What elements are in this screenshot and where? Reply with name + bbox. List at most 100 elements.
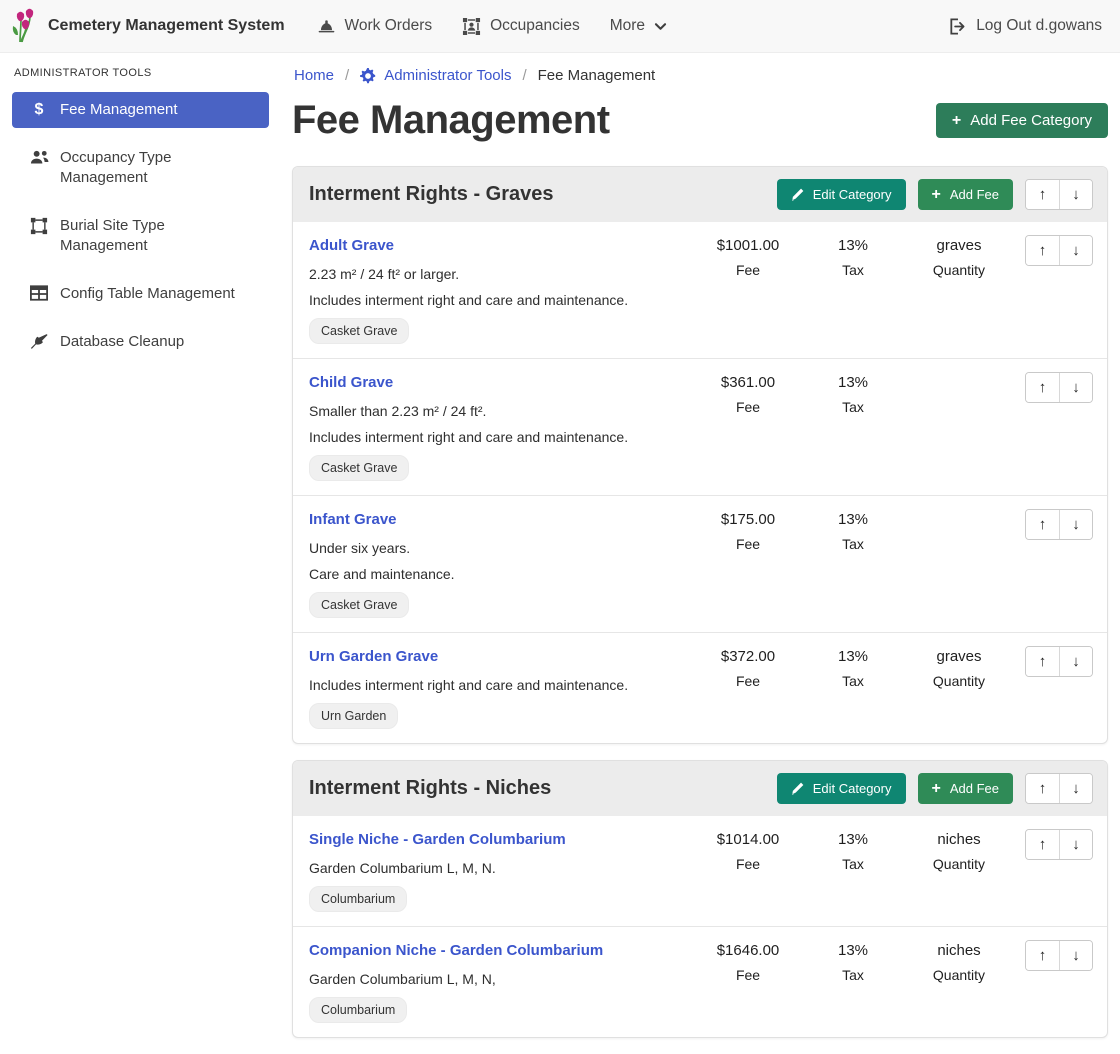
arrow-down-icon: ↓ (1072, 379, 1080, 396)
fee-move-up-button[interactable]: ↑ (1026, 510, 1059, 539)
vector-square-icon (28, 217, 50, 235)
fee-move-up-button[interactable]: ↑ (1026, 941, 1059, 970)
arrow-up-icon: ↑ (1039, 947, 1047, 964)
sidebar-item-label: Database Cleanup (60, 332, 184, 352)
fee-amount: $361.00 Fee (693, 372, 803, 415)
category-reorder-controls: ↑ ↓ (1025, 773, 1093, 804)
table-icon (28, 285, 50, 301)
fee-move-down-button[interactable]: ↓ (1059, 510, 1092, 539)
plus-icon: + (932, 188, 941, 201)
site-type-badge: Columbarium (309, 997, 407, 1023)
nav-work-orders[interactable]: Work Orders (317, 17, 433, 36)
tulip-logo-icon (12, 8, 38, 44)
fee-reorder-controls: ↑ ↓ (1025, 646, 1093, 677)
category-move-up-button[interactable]: ↑ (1026, 180, 1059, 209)
sign-out-icon (948, 17, 967, 36)
fee-row-companion-niche: Companion Niche - Garden Columbarium Gar… (293, 926, 1107, 1037)
add-fee-category-button[interactable]: + Add Fee Category (936, 103, 1108, 138)
breadcrumb-separator: / (345, 67, 349, 84)
quantity-unit: graves Quantity (903, 646, 1015, 689)
arrow-up-icon: ↑ (1039, 242, 1047, 259)
main-content: Home / Administrator Tools / Fee Managem… (280, 53, 1120, 1054)
nav-work-orders-label: Work Orders (345, 17, 433, 35)
dollar-icon: $ (28, 101, 50, 119)
tax-rate: 13% Tax (803, 829, 903, 872)
fee-move-down-button[interactable]: ↓ (1059, 830, 1092, 859)
fee-move-down-button[interactable]: ↓ (1059, 373, 1092, 402)
fee-name-link[interactable]: Companion Niche - Garden Columbarium (309, 940, 603, 962)
sidebar-item-burial-site-type-management[interactable]: Burial Site Type Management (12, 208, 269, 264)
edit-category-label: Edit Category (813, 187, 892, 202)
breadcrumb: Home / Administrator Tools / Fee Managem… (294, 67, 1108, 84)
nav-occupancies[interactable]: Occupancies (462, 17, 580, 36)
fee-reorder-controls: ↑ ↓ (1025, 509, 1093, 540)
fee-description: Garden Columbarium L, M, N, (309, 970, 693, 988)
add-fee-label: Add Fee (950, 781, 999, 796)
sidebar-item-occupancy-type-management[interactable]: Occupancy Type Management (12, 140, 269, 196)
arrow-up-icon: ↑ (1039, 836, 1047, 853)
sidebar-item-config-table-management[interactable]: Config Table Management (12, 276, 269, 312)
arrow-down-icon: ↓ (1072, 947, 1080, 964)
fee-description: Smaller than 2.23 m² / 24 ft². (309, 402, 693, 420)
fee-name-link[interactable]: Urn Garden Grave (309, 646, 438, 668)
site-type-badge: Columbarium (309, 886, 407, 912)
site-type-badge: Casket Grave (309, 455, 409, 481)
fee-amount: $1646.00 Fee (693, 940, 803, 983)
fee-move-down-button[interactable]: ↓ (1059, 941, 1092, 970)
gear-icon (360, 68, 376, 84)
logout-link[interactable]: Log Out d.gowans (948, 17, 1102, 36)
broom-icon (28, 333, 50, 351)
edit-category-button[interactable]: Edit Category (777, 179, 906, 210)
category-header: Interment Rights - Niches Edit Category … (293, 761, 1107, 816)
fee-amount: $372.00 Fee (693, 646, 803, 689)
arrow-up-icon: ↑ (1039, 653, 1047, 670)
edit-category-button[interactable]: Edit Category (777, 773, 906, 804)
fee-name-link[interactable]: Child Grave (309, 372, 393, 394)
site-type-badge: Casket Grave (309, 318, 409, 344)
tax-rate: 13% Tax (803, 372, 903, 415)
fee-move-down-button[interactable]: ↓ (1059, 647, 1092, 676)
add-fee-button[interactable]: + Add Fee (918, 179, 1014, 210)
add-fee-button[interactable]: + Add Fee (918, 773, 1014, 804)
fee-move-up-button[interactable]: ↑ (1026, 236, 1059, 265)
plus-icon: + (932, 782, 941, 795)
page-title: Fee Management (292, 98, 610, 143)
nav-more-label: More (610, 17, 645, 35)
nav-more-menu[interactable]: More (610, 17, 667, 35)
sidebar-item-fee-management[interactable]: $ Fee Management (12, 92, 269, 128)
pencil-icon (791, 188, 804, 201)
fee-category-card-niches: Interment Rights - Niches Edit Category … (292, 760, 1108, 1038)
users-icon (28, 149, 50, 166)
arrow-down-icon: ↓ (1072, 653, 1080, 670)
fee-move-down-button[interactable]: ↓ (1059, 236, 1092, 265)
fee-description: Garden Columbarium L, M, N. (309, 859, 693, 877)
arrow-up-icon: ↑ (1039, 516, 1047, 533)
plus-icon: + (952, 114, 961, 127)
category-reorder-controls: ↑ ↓ (1025, 179, 1093, 210)
category-move-up-button[interactable]: ↑ (1026, 774, 1059, 803)
fee-description: Includes interment right and care and ma… (309, 676, 693, 694)
fee-description: Under six years. (309, 539, 693, 557)
fee-row-single-niche: Single Niche - Garden Columbarium Garden… (293, 816, 1107, 926)
quantity-unit: niches Quantity (903, 829, 1015, 872)
fee-row-infant-grave: Infant Grave Under six years. Care and m… (293, 495, 1107, 632)
fee-name-link[interactable]: Adult Grave (309, 235, 394, 257)
category-move-down-button[interactable]: ↓ (1059, 180, 1092, 209)
fee-move-up-button[interactable]: ↑ (1026, 373, 1059, 402)
fee-move-up-button[interactable]: ↑ (1026, 830, 1059, 859)
tax-rate: 13% Tax (803, 235, 903, 278)
tax-rate: 13% Tax (803, 509, 903, 552)
fee-name-link[interactable]: Infant Grave (309, 509, 397, 531)
sidebar-item-label: Occupancy Type Management (60, 148, 250, 188)
category-move-down-button[interactable]: ↓ (1059, 774, 1092, 803)
occupancies-icon (462, 17, 481, 36)
sidebar-item-database-cleanup[interactable]: Database Cleanup (12, 324, 269, 360)
tax-rate: 13% Tax (803, 940, 903, 983)
site-type-badge: Casket Grave (309, 592, 409, 618)
fee-name-link[interactable]: Single Niche - Garden Columbarium (309, 829, 566, 851)
hard-hat-icon (317, 17, 336, 36)
breadcrumb-home-link[interactable]: Home (294, 67, 334, 84)
fee-move-up-button[interactable]: ↑ (1026, 647, 1059, 676)
app-brand[interactable]: Cemetery Management System (12, 8, 285, 44)
breadcrumb-admin-tools-link[interactable]: Administrator Tools (360, 67, 511, 84)
